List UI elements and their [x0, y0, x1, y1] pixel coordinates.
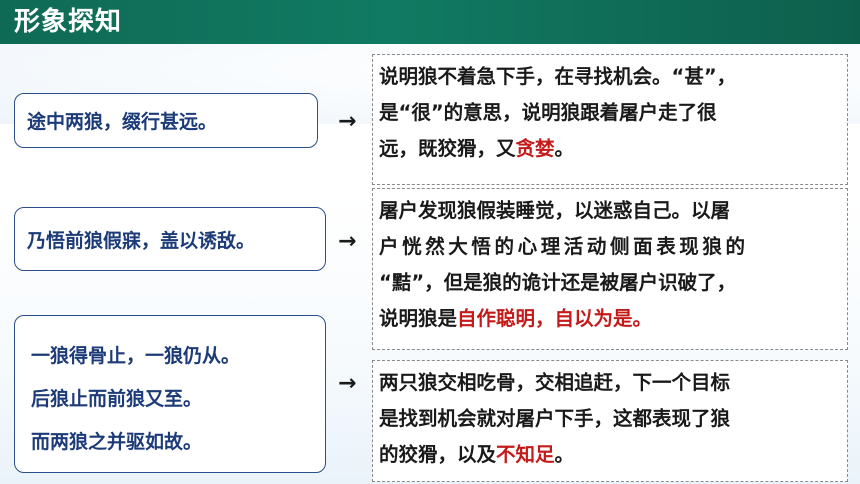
explanation-1-text: 远，既狡猾，又	[379, 137, 516, 160]
arrow-right-icon: →	[338, 109, 357, 134]
quote-box-3: 一狼得骨止，一狼仍从。 后狼止而前狼又至。 而两狼之并驱如故。	[14, 315, 326, 473]
explanation-box-3: 两只狼交相吃骨，交相追赶，下一个目标 是找到机会就对屠户下手，这都表现了狼 的狡…	[372, 360, 848, 482]
explanation-2-line-2: 户恍然大悟的心理活动侧面表现狼的	[379, 235, 749, 258]
quote-text-1: 途中两狼，缀行甚远。	[27, 111, 218, 133]
highlight-insatiable: 不知足	[496, 443, 555, 466]
explanation-2-line-4: 说明狼是自作聪明，自以为是。	[379, 301, 839, 337]
explanation-3-line-3: 的狡猾，以及不知足。	[379, 437, 839, 473]
highlight-self-smart: 自作聪明，自以为是。	[457, 307, 653, 330]
arrow-right-icon: →	[338, 371, 357, 396]
quote-text-3-line-2: 后狼止而前狼又至。	[31, 388, 203, 410]
explanation-2-text: 说明狼是	[379, 307, 458, 330]
header-bar: 形象探知	[0, 0, 860, 44]
explanation-box-2: 屠户发现狼假装睡觉，以迷惑自己。以屠 户恍然大悟的心理活动侧面表现狼的 “黠”，…	[372, 188, 848, 350]
explanation-3-line-2: 是找到机会就对屠户下手，这都表现了狼	[379, 407, 731, 430]
highlight-greedy: 贪婪	[515, 137, 555, 160]
explanation-1-line-3: 远，既狡猾，又贪婪。	[379, 131, 839, 167]
quote-box-2: 乃悟前狼假寐，盖以诱敌。	[14, 207, 326, 271]
quote-box-1: 途中两狼，缀行甚远。	[14, 93, 318, 148]
explanation-1-line-1: 说明狼不着急下手，在寻找机会。“甚”，	[379, 65, 737, 88]
explanation-3-text: 的狡猾，以及	[379, 443, 497, 466]
arrow-right-icon: →	[338, 229, 357, 254]
explanation-3-line-1: 两只狼交相吃骨，交相追赶，下一个目标	[379, 371, 731, 394]
page-title: 形象探知	[14, 7, 123, 37]
quote-text-3-line-1: 一狼得骨止，一狼仍从。	[31, 345, 241, 367]
explanation-1-line-2: 是“很”的意思，说明狼跟着屠户走了很	[379, 101, 717, 124]
quote-text-2: 乃悟前狼假寐，盖以诱敌。	[27, 230, 256, 252]
explanation-1-end: 。	[554, 137, 575, 160]
explanation-2-line-1: 屠户发现狼假装睡觉，以迷惑自己。以屠	[379, 199, 731, 222]
explanation-3-end: 。	[554, 443, 575, 466]
explanation-box-1: 说明狼不着急下手，在寻找机会。“甚”， 是“很”的意思，说明狼跟着屠户走了很 远…	[372, 54, 848, 185]
quote-text-3-line-3: 而两狼之并驱如故。	[31, 431, 203, 453]
explanation-2-line-3: “黠”，但是狼的诡计还是被屠户识破了，	[379, 271, 737, 294]
